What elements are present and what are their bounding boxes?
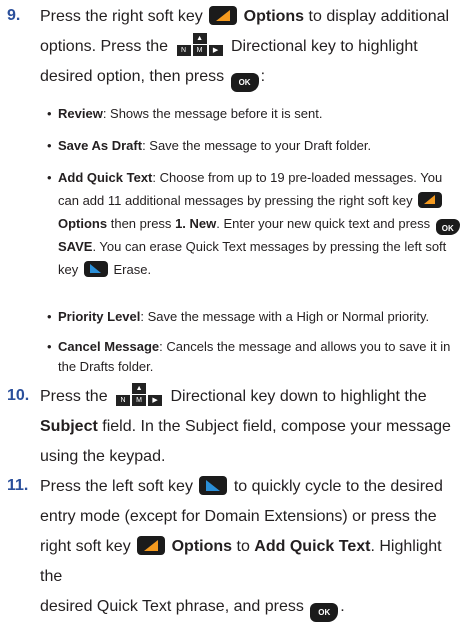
ok-key-icon: OK: [310, 603, 339, 622]
line: Press the right soft key Options to disp…: [40, 6, 450, 25]
ok-key-icon: OK: [230, 73, 259, 92]
line: SAVE. You can erase Quick Text messages …: [58, 239, 447, 254]
line: using the keypad.: [40, 448, 166, 465]
step-number: 11.: [7, 477, 29, 494]
line: the Drafts folder.: [58, 359, 154, 374]
line: Press the ▲ N M ▶ Directional key down to h…: [40, 383, 427, 407]
line: key Erase.: [58, 261, 152, 277]
left-soft-key-icon: [83, 261, 108, 277]
line: options. Press the ▲ N M ▶ Directional key …: [40, 33, 418, 57]
line: Add Quick Text: Choose from up to 19 pre…: [58, 170, 443, 185]
bullet-save-draft: • Save As Draft: Save the message to you…: [47, 134, 466, 157]
line: desired option, then press OK:: [40, 62, 466, 92]
step-text: Press the ▲ N M ▶ Directional key down to h…: [40, 382, 466, 472]
step-text: Press the right soft key Options to disp…: [40, 2, 466, 92]
line: Cancel Message: Cancels the message and …: [58, 339, 451, 354]
bullet-dot: •: [47, 106, 52, 121]
line: Subject field. In the Subject field, com…: [40, 418, 451, 435]
directional-key-icon: ▲ N M ▶: [176, 33, 223, 57]
right-soft-key-icon: [418, 192, 443, 208]
right-soft-key-icon: [209, 6, 238, 25]
bullet-dot: •: [47, 170, 52, 185]
bullet-quick-text: • Add Quick Text: Choose from up to 19 p…: [47, 166, 466, 281]
line: right soft key Options to Add Quick Text…: [40, 536, 442, 585]
bullet-cancel: • Cancel Message: Cancels the message an…: [47, 337, 466, 377]
bullet-priority: • Priority Level: Save the message with …: [47, 305, 466, 328]
line: Options then press 1. New. Enter your ne…: [58, 212, 466, 235]
step-number: 9.: [7, 7, 21, 24]
line: Press the left soft key to quickly cycle…: [40, 476, 443, 495]
ok-key-icon: OK: [435, 219, 460, 235]
bullet-dot: •: [47, 309, 52, 324]
bullet-review: • Review: Shows the message before it is…: [47, 102, 466, 125]
bullet-dot: •: [47, 339, 52, 354]
line: entry mode (except for Domain Extensions…: [40, 508, 437, 525]
line: can add 11 additional messages by pressi…: [58, 189, 466, 212]
directional-key-icon: ▲ N M ▶: [116, 383, 163, 407]
step-number: 10.: [7, 387, 30, 404]
right-soft-key-icon: [137, 536, 166, 555]
left-soft-key-icon: [199, 476, 228, 495]
step-text: Press the left soft key to quickly cycle…: [40, 472, 466, 622]
bullet-dot: •: [47, 138, 52, 153]
